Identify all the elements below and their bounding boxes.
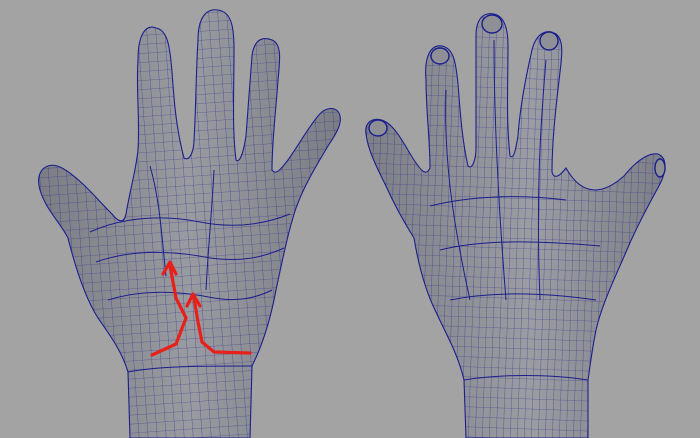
fingertip-hole-pinky bbox=[539, 31, 559, 51]
fingertip-hole-thumb bbox=[654, 158, 666, 178]
palm-view-hand-model[interactable] bbox=[38, 9, 341, 438]
palm-hand-wireframe bbox=[38, 9, 341, 438]
back-hand-wireframe bbox=[365, 13, 665, 438]
fingertip-hole-index bbox=[368, 119, 388, 137]
back-view-hand-model[interactable] bbox=[365, 13, 666, 438]
fingertip-hole-ring bbox=[481, 14, 503, 34]
viewport[interactable] bbox=[0, 0, 700, 438]
fingertip-hole-middle bbox=[430, 47, 450, 65]
3d-scene[interactable] bbox=[0, 0, 700, 438]
